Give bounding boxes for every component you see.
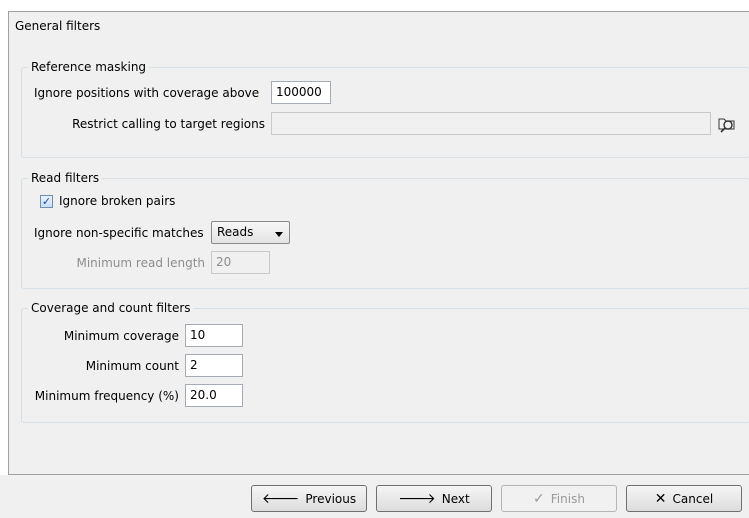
read-filters-group: Read filters ✓ Ignore broken pairs Ignor… bbox=[21, 171, 749, 289]
next-button-label: Next bbox=[441, 491, 470, 506]
panel-title: General filters bbox=[15, 19, 101, 33]
wizard-button-bar: 🡐 Previous 🡒 Next ✓ Finish ✕ Cancel bbox=[0, 475, 749, 518]
min-count-input[interactable]: 2 bbox=[185, 354, 243, 377]
top-strip bbox=[0, 0, 749, 11]
read-filters-title: Read filters bbox=[28, 171, 103, 186]
min-frequency-label: Minimum frequency (%) bbox=[34, 389, 179, 403]
reference-masking-group: Reference masking Ignore positions with … bbox=[21, 60, 749, 158]
previous-button-label: Previous bbox=[305, 491, 357, 506]
nonspecific-select-value: Reads bbox=[217, 225, 254, 239]
min-count-label: Minimum count bbox=[85, 359, 179, 373]
nonspecific-select[interactable]: Reads bbox=[211, 221, 290, 244]
reference-masking-title: Reference masking bbox=[28, 60, 150, 75]
browse-folder-icon[interactable] bbox=[716, 113, 738, 135]
target-regions-label: Restrict calling to target regions bbox=[72, 117, 265, 131]
coverage-filters-title: Coverage and count filters bbox=[28, 301, 194, 316]
cancel-button[interactable]: ✕ Cancel bbox=[626, 485, 742, 512]
coverage-label: Ignore positions with coverage above bbox=[34, 86, 260, 100]
min-read-length-input[interactable]: 20 bbox=[211, 251, 270, 274]
checkmark-icon: ✓ bbox=[533, 490, 545, 507]
broken-pairs-label[interactable]: Ignore broken pairs bbox=[59, 193, 175, 209]
next-button[interactable]: 🡒 Next bbox=[376, 485, 492, 512]
min-coverage-input[interactable]: 10 bbox=[185, 324, 243, 347]
x-icon: ✕ bbox=[654, 490, 667, 507]
coverage-input[interactable]: 100000 bbox=[271, 81, 331, 104]
min-frequency-input[interactable]: 20.0 bbox=[185, 384, 243, 407]
arrow-left-icon: 🡐 bbox=[261, 490, 300, 507]
broken-pairs-checkbox[interactable]: ✓ bbox=[40, 195, 53, 208]
min-read-length-label: Minimum read length bbox=[76, 256, 205, 270]
cancel-button-label: Cancel bbox=[672, 491, 714, 506]
finish-button[interactable]: ✓ Finish bbox=[501, 485, 617, 512]
general-filters-panel: General filters Reference masking Ignore… bbox=[8, 11, 749, 475]
chevron-down-icon bbox=[275, 232, 283, 237]
min-coverage-label: Minimum coverage bbox=[63, 329, 179, 343]
previous-button[interactable]: 🡐 Previous bbox=[251, 485, 367, 512]
target-regions-input[interactable] bbox=[271, 112, 711, 135]
nonspecific-label: Ignore non-specific matches bbox=[34, 226, 204, 240]
arrow-right-icon: 🡒 bbox=[398, 490, 436, 507]
finish-button-label: Finish bbox=[550, 491, 585, 506]
coverage-filters-group: Coverage and count filters Minimum cover… bbox=[21, 301, 749, 423]
